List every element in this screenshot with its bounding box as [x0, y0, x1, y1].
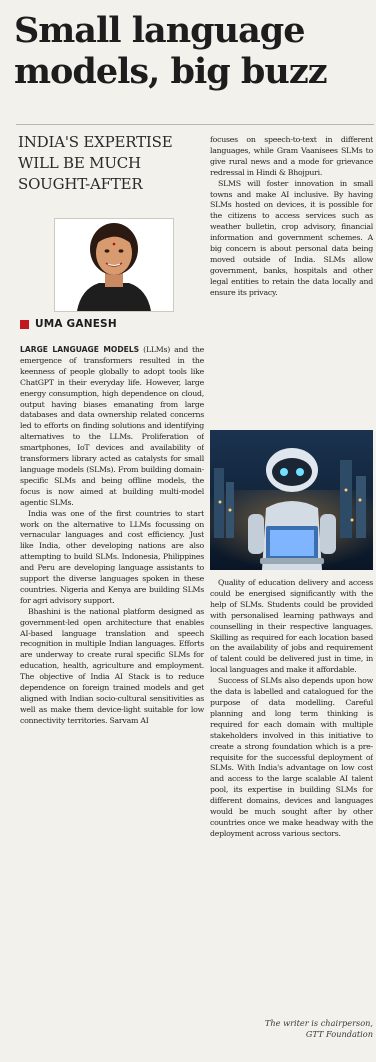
kicker: INDIA'S EXPERTISE WILL BE MUCH SOUGHT-AF… — [18, 133, 173, 193]
author-portrait — [54, 218, 174, 312]
paragraph: LARGE LANGUAGE MODELS (LLMs) and the eme… — [20, 345, 204, 509]
paragraph: Success of SLMs also depends upon how th… — [210, 676, 373, 838]
writer-credit-line: GTT Foundation — [305, 1029, 373, 1039]
column-left: LARGE LANGUAGE MODELS (LLMs) and the eme… — [20, 345, 204, 1057]
lede: LARGE LANGUAGE MODELS — [20, 345, 140, 354]
headline: Small language models, big buzz — [14, 10, 328, 92]
writer-credit: The writer is chairperson, GTT Foundatio… — [210, 1018, 373, 1040]
paragraph: Bhashini is the national platform design… — [20, 606, 204, 725]
paragraph-text: (LLMs) and the emergence of transformers… — [20, 345, 204, 507]
author-name: UMA GANESH — [35, 318, 117, 330]
byline-marker — [20, 319, 29, 329]
headline-rule — [16, 124, 374, 125]
column-right-bottom: Quality of education delivery and access… — [210, 578, 373, 996]
column-right-top: focuses on speech-to-text in different l… — [210, 135, 373, 395]
robot-illustration — [210, 430, 373, 570]
byline: UMA GANESH — [20, 318, 206, 330]
paragraph: focuses on speech-to-text in different l… — [210, 135, 373, 177]
paragraph: SLMS will foster innovation in small tow… — [210, 178, 373, 297]
paragraph: India was one of the first countries to … — [20, 508, 204, 605]
writer-credit-line: The writer is chairperson, — [264, 1018, 373, 1028]
paragraph: Quality of education delivery and access… — [210, 578, 373, 675]
